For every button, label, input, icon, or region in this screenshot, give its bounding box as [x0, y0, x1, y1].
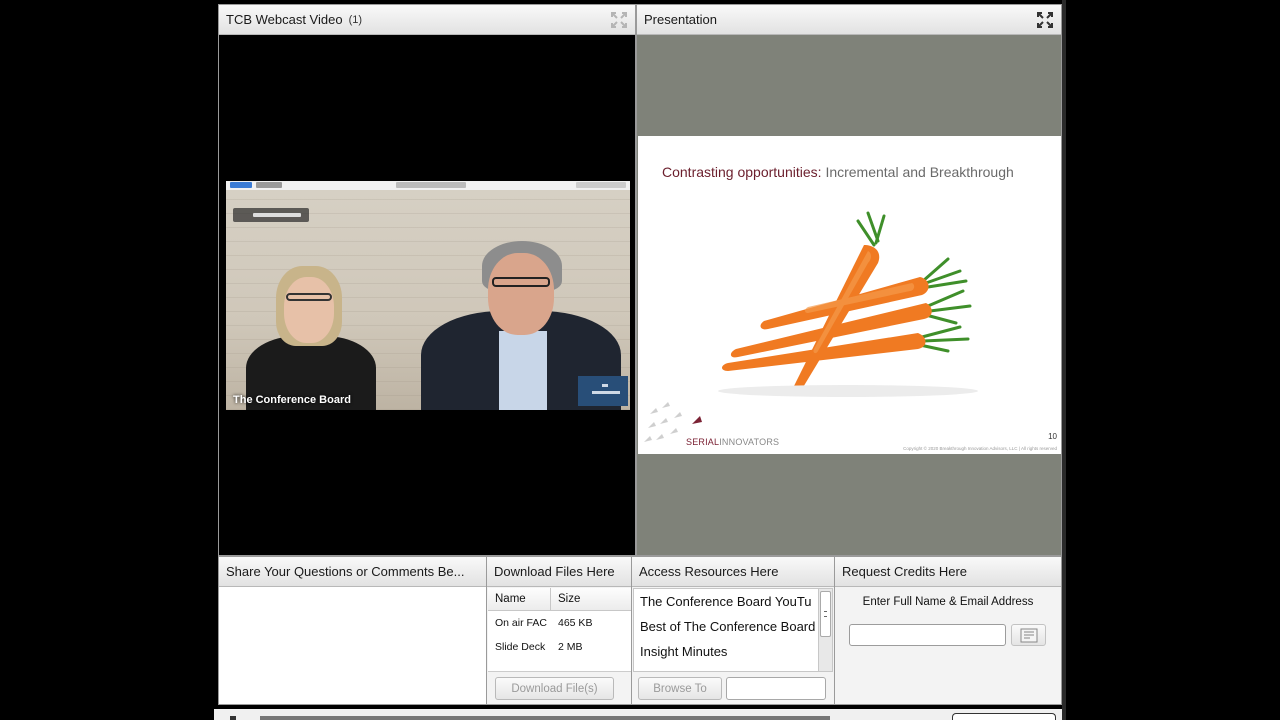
- list-item[interactable]: Insight Minutes: [634, 639, 818, 664]
- presentation-pod-header: Presentation: [637, 5, 1061, 35]
- grip-icon: [824, 611, 827, 617]
- video-pod-body: The Conference Board: [219, 36, 635, 555]
- self-view-thumbnail: [578, 376, 628, 406]
- toolbar-icon[interactable]: [230, 716, 236, 720]
- slide-number: 10: [1048, 432, 1057, 441]
- send-button[interactable]: [1011, 624, 1046, 646]
- scrollbar-thumb[interactable]: [820, 591, 831, 637]
- name-email-input[interactable]: [849, 624, 1006, 646]
- file-table-header: Name Size: [488, 588, 631, 611]
- credits-pod-title: Request Credits Here: [842, 564, 967, 579]
- questions-pod: Share Your Questions or Comments Be...: [218, 556, 487, 705]
- fullscreen-icon[interactable]: [610, 11, 628, 29]
- resources-pod-header: Access Resources Here: [632, 557, 834, 587]
- column-name[interactable]: Name: [488, 588, 551, 610]
- video-stream[interactable]: The Conference Board: [226, 181, 630, 410]
- video-pod-header: TCB Webcast Video (1): [219, 5, 635, 35]
- files-pod-header: Download Files Here: [487, 557, 631, 587]
- resources-pod-title: Access Resources Here: [639, 564, 779, 579]
- presentation-pod-title: Presentation: [644, 12, 717, 27]
- fullscreen-icon[interactable]: [1036, 11, 1054, 29]
- bottom-toolbar: [214, 709, 1066, 720]
- questions-pod-title: Share Your Questions or Comments Be...: [226, 564, 465, 579]
- file-size: 2 MB: [558, 641, 583, 653]
- toolbar-button[interactable]: [952, 713, 1056, 720]
- window-edge: [1062, 0, 1066, 720]
- credits-pod: Request Credits Here Enter Full Name & E…: [834, 556, 1062, 705]
- slide-title: Contrasting opportunities: Incremental a…: [662, 164, 1014, 180]
- presentation-body: Contrasting opportunities: Incremental a…: [637, 36, 1061, 555]
- video-pod-title: TCB Webcast Video: [226, 12, 343, 27]
- url-input[interactable]: [726, 677, 826, 700]
- talking-indicator: [233, 208, 309, 222]
- list-item[interactable]: The Conference Board YouTu: [634, 589, 818, 614]
- webcast-video-pod: TCB Webcast Video (1) The Conference Boa…: [218, 4, 636, 556]
- resources-list: The Conference Board YouTu Best of The C…: [633, 588, 819, 672]
- slide: Contrasting opportunities: Incremental a…: [638, 136, 1061, 454]
- file-name: Slide Deck: [495, 641, 546, 653]
- file-name: On air FAC: [495, 617, 547, 629]
- files-pod-title: Download Files Here: [494, 564, 615, 579]
- file-table: Name Size On air FAC 465 KB Slide Deck 2…: [488, 588, 631, 672]
- webinar-room: TCB Webcast Video (1) The Conference Boa…: [0, 0, 1280, 720]
- download-files-button[interactable]: Download File(s): [495, 677, 614, 700]
- meeting-app-logo: [230, 182, 252, 188]
- resources-pod: Access Resources Here The Conference Boa…: [631, 556, 835, 705]
- list-item[interactable]: Best of The Conference Board: [634, 614, 818, 639]
- table-row[interactable]: On air FAC 465 KB: [488, 611, 631, 635]
- questions-pod-header: Share Your Questions or Comments Be...: [219, 557, 486, 587]
- browse-to-button[interactable]: Browse To: [638, 677, 722, 700]
- send-icon: [1020, 628, 1038, 643]
- progress-bar: [260, 716, 830, 720]
- carrots-image: [718, 211, 978, 397]
- column-size[interactable]: Size: [551, 588, 580, 610]
- credits-pod-header: Request Credits Here: [835, 557, 1061, 587]
- video-label: The Conference Board: [233, 394, 351, 406]
- table-row[interactable]: Slide Deck 2 MB: [488, 635, 631, 659]
- resources-scrollbar[interactable]: [819, 588, 833, 672]
- files-pod: Download Files Here Name Size On air FAC…: [486, 556, 632, 705]
- video-count: (1): [348, 13, 363, 26]
- file-size: 465 KB: [558, 617, 593, 629]
- presentation-pod: Presentation Contrasting opportunities: …: [636, 4, 1062, 556]
- slide-copyright: Copyright © 2020 Breakthrough Innovation…: [903, 446, 1057, 451]
- credits-label: Enter Full Name & Email Address: [862, 596, 1034, 608]
- slide-brand: SERIALINNOVATORS: [686, 437, 780, 447]
- meeting-window-bar: [226, 181, 630, 190]
